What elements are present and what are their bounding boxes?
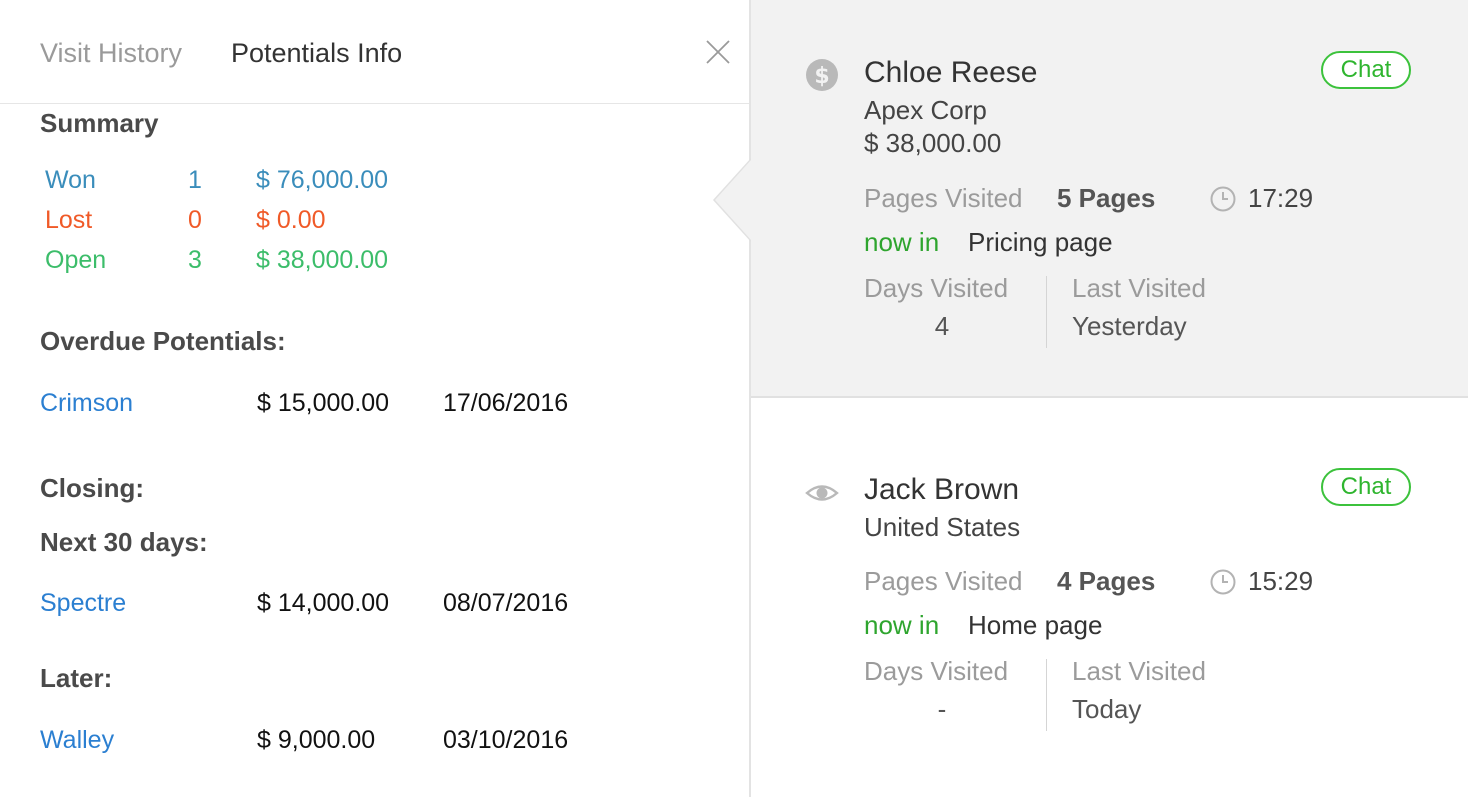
potential-date: 08/07/2016 — [443, 589, 569, 617]
pages-visited-count: 5 Pages — [1057, 183, 1156, 213]
summary-title: Summary — [40, 108, 159, 138]
now-in-label: now in — [864, 227, 940, 257]
last-visited-label: Last Visited — [1072, 273, 1206, 303]
tab-potentials-info[interactable]: Potentials Info — [231, 38, 402, 69]
summary-count: 0 — [188, 206, 202, 234]
potential-row: Spectre $ 14,000.00 08/07/2016 — [40, 589, 660, 623]
visit-time: 15:29 — [1248, 566, 1314, 596]
potential-date: 17/06/2016 — [443, 389, 569, 417]
days-visited-label: Days Visited — [864, 273, 1009, 303]
dollar-icon: $ — [806, 59, 838, 91]
eye-icon — [805, 485, 839, 501]
potential-link[interactable]: Crimson — [40, 389, 133, 418]
summary-row-open: Open 3 $ 38,000.00 — [45, 246, 465, 278]
visitor-card[interactable]: Jack Brown United States Chat Pages Visi… — [751, 400, 1468, 797]
pages-visited-label: Pages Visited — [864, 183, 1023, 213]
last-visited-value: Yesterday — [1072, 311, 1187, 341]
potential-row: Walley $ 9,000.00 03/10/2016 — [40, 726, 660, 760]
potential-row: Crimson $ 15,000.00 17/06/2016 — [40, 389, 660, 423]
current-page: Pricing page — [968, 227, 1113, 257]
summary-amount: $ 0.00 — [256, 206, 326, 234]
potential-amount: $ 15,000.00 — [257, 389, 390, 417]
summary-row-lost: Lost 0 $ 0.00 — [45, 206, 465, 238]
potential-amount: $ 9,000.00 — [257, 726, 376, 754]
potentials-panel: Visit History Potentials Info Summary Wo… — [0, 0, 749, 797]
overdue-title: Overdue Potentials: — [40, 326, 286, 356]
visitor-name: Jack Brown — [864, 473, 1020, 506]
summary-label: Won — [45, 166, 96, 194]
visitors-list: $ Chloe Reese Apex Corp $ 38,000.00 Chat… — [751, 0, 1468, 797]
pages-visited-count: 4 Pages — [1057, 566, 1156, 596]
chat-button[interactable]: Chat — [1321, 51, 1411, 89]
potential-link[interactable]: Spectre — [40, 589, 126, 618]
current-page: Home page — [968, 610, 1103, 640]
summary-label: Open — [45, 246, 107, 274]
days-visited-label: Days Visited — [864, 656, 1009, 686]
closing-title: Closing: — [40, 473, 144, 503]
later-title: Later: — [40, 663, 113, 693]
visitor-location: United States — [864, 512, 1021, 542]
stat-divider — [1046, 659, 1047, 731]
now-in-label: now in — [864, 610, 940, 640]
close-icon[interactable] — [702, 36, 734, 68]
potential-amount: $ 14,000.00 — [257, 589, 390, 617]
days-visited-value: - — [937, 694, 947, 724]
summary-row-won: Won 1 $ 76,000.00 — [45, 166, 465, 198]
summary-label: Lost — [45, 206, 93, 234]
tab-bar: Visit History Potentials Info — [0, 0, 749, 104]
visitor-company: Apex Corp — [864, 95, 987, 125]
pages-visited-label: Pages Visited — [864, 566, 1023, 596]
potential-date: 03/10/2016 — [443, 726, 569, 754]
chat-button[interactable]: Chat — [1321, 468, 1411, 506]
clock-icon — [1210, 569, 1236, 595]
pointer-arrow — [715, 160, 751, 240]
last-visited-label: Last Visited — [1072, 656, 1206, 686]
summary-count: 1 — [188, 166, 202, 194]
summary-count: 3 — [188, 246, 202, 274]
tab-visit-history[interactable]: Visit History — [40, 38, 182, 69]
visitor-card[interactable]: $ Chloe Reese Apex Corp $ 38,000.00 Chat… — [751, 0, 1468, 398]
svg-text:$: $ — [814, 64, 829, 89]
summary-amount: $ 76,000.00 — [256, 166, 389, 194]
potential-link[interactable]: Walley — [40, 726, 114, 755]
visitor-amount: $ 38,000.00 — [864, 128, 1002, 158]
next-30-days-title: Next 30 days: — [40, 527, 208, 557]
days-visited-value: 4 — [934, 311, 950, 341]
last-visited-value: Today — [1072, 694, 1142, 724]
summary-amount: $ 38,000.00 — [256, 246, 389, 274]
visitor-name: Chloe Reese — [864, 56, 1038, 89]
clock-icon — [1210, 186, 1236, 212]
visit-time: 17:29 — [1248, 183, 1314, 213]
stat-divider — [1046, 276, 1047, 348]
